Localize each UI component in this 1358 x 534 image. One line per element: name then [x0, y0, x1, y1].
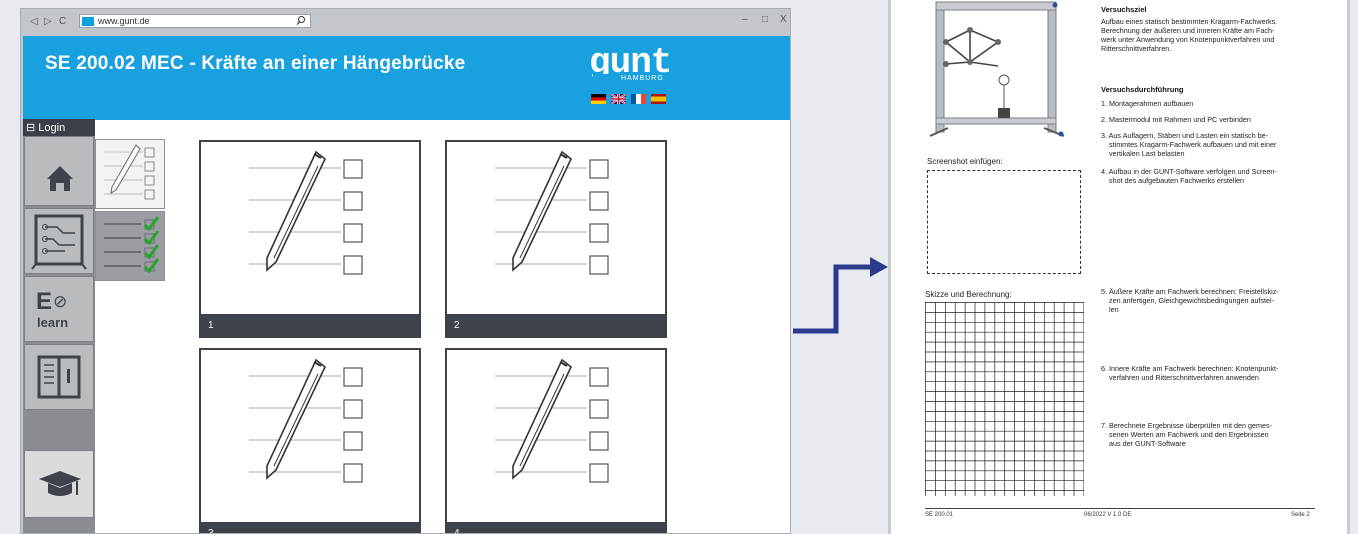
goal-line-4: Ritterschnittverfahren. — [1101, 44, 1172, 53]
step-line: zen anfertigen, Gleichgewichtsbedingunge… — [1109, 296, 1275, 305]
page-title: SE 200.02 MEC - Kräfte an einer Hängebrü… — [45, 53, 466, 74]
home-icon — [47, 166, 73, 191]
svg-text:⊘: ⊘ — [53, 292, 67, 311]
step-line: 3. Aus Auflagern, Stäben und Lasten ein … — [1101, 131, 1269, 140]
logo-subtitle: HAMBURG — [621, 75, 664, 82]
sketch-label: Skizze und Berechnung: — [925, 290, 1012, 299]
truss-frame-image — [929, 1, 1065, 137]
gunt-logo[interactable]: gunt HAMBURG — [589, 44, 677, 84]
doc-code: SE 200.01 — [925, 512, 954, 518]
card-number: 2 — [454, 320, 460, 331]
step-line: vertikalen Last belasten — [1109, 149, 1185, 158]
search-icon[interactable] — [296, 15, 306, 30]
maximize-button[interactable]: □ — [762, 14, 768, 25]
step-line: 2. Mastermodul mit Rahmen und PC verbind… — [1101, 115, 1251, 124]
goal-line-1: Aufbau eines statisch bestimmten Kragarm… — [1101, 17, 1278, 26]
worksheet-icon — [495, 150, 609, 275]
sidebar-item-worksheets[interactable] — [24, 208, 94, 274]
header-banner: SE 200.02 MEC - Kräfte an einer Hängebrü… — [23, 36, 790, 120]
worksheet-card[interactable]: 4 — [445, 348, 667, 533]
circuit-board-icon — [31, 214, 87, 270]
back-icon[interactable]: ◁ — [30, 16, 38, 28]
screenshot-label: Screenshot einfügen: — [927, 157, 1003, 166]
flag-es-icon[interactable] — [651, 94, 666, 104]
url-text: www.gunt.de — [98, 16, 150, 26]
arrow-icon — [793, 257, 888, 334]
flag-fr-icon[interactable] — [631, 94, 646, 104]
flag-de-icon[interactable] — [591, 94, 606, 104]
book-icon — [37, 355, 81, 399]
step-line: len — [1109, 305, 1119, 314]
login-icon: ⊟ — [26, 122, 36, 134]
close-button[interactable]: X — [780, 14, 787, 25]
worksheet-card[interactable]: 3 — [199, 348, 421, 533]
step-line: 4. Aufbau in der GUNT-Software verfolgen… — [1101, 167, 1277, 176]
browser-toolbar: ◁ ▷ C www.gunt.de – □ X — [21, 9, 790, 36]
login-label: Login — [38, 122, 66, 134]
minimize-button[interactable]: – — [742, 14, 748, 25]
forward-icon[interactable]: ▷ — [44, 16, 52, 28]
card-number: 3 — [208, 528, 214, 533]
login-button[interactable]: ⊟ Login — [23, 119, 95, 136]
sidebar: E ⊘ learn — [23, 136, 95, 533]
card-number: 4 — [454, 528, 460, 533]
worksheet-card[interactable]: 1 — [199, 140, 421, 338]
e-learn-label: learn — [37, 315, 69, 330]
step-line: 6. Innere Kräfte am Fachwerk berechnen: … — [1101, 364, 1279, 373]
browser-window: ◁ ▷ C www.gunt.de – □ X SE 200.02 MEC - … — [20, 8, 791, 534]
worksheet-icon — [249, 358, 363, 483]
goal-line-2: Berechnung der äußeren und inneren Kräft… — [1101, 26, 1275, 35]
reload-icon[interactable]: C — [59, 16, 66, 28]
step-line: verfahren und Ritterschnittverfahren anw… — [1109, 373, 1259, 382]
step-line: aus der GUNT-Software — [1109, 439, 1186, 448]
step-line: 1. Montagerahmen aufbauen — [1101, 99, 1194, 108]
graduation-cap-icon — [39, 471, 81, 496]
pencil-checklist-icon — [104, 144, 155, 200]
doc-version: 06/2022 V 1.0 DE — [1084, 512, 1132, 518]
screenshot-placeholder[interactable] — [927, 170, 1081, 274]
procedure-heading: Versuchsdurchführung — [1101, 85, 1184, 94]
checklist-done-icon — [104, 216, 160, 274]
sketch-grid[interactable] — [925, 302, 1084, 496]
goal-line-3: werk unter Anwendung von Knotenpunktverf… — [1101, 35, 1275, 44]
worksheet-document: Versuchsziel Aufbau eines statisch besti… — [888, 0, 1350, 534]
flag-en-icon[interactable] — [611, 94, 626, 104]
step-line: 5. Äußere Kräfte am Fachwerk berechnen: … — [1101, 287, 1279, 296]
svg-text:E: E — [36, 288, 52, 315]
subnav-worksheet-solution[interactable] — [95, 211, 165, 281]
sidebar-item-education[interactable] — [24, 450, 94, 518]
subnav-worksheet-blank[interactable] — [95, 139, 165, 209]
page-number: Seite 2 — [1291, 512, 1310, 518]
favicon-icon — [82, 17, 94, 26]
sidebar-item-manual[interactable] — [24, 344, 94, 410]
e-learn-icon: E ⊘ — [36, 288, 67, 315]
sidebar-item-home[interactable] — [24, 136, 94, 206]
card-number: 1 — [208, 320, 214, 331]
worksheet-icon — [495, 358, 609, 483]
language-selector — [591, 94, 666, 104]
app-content: SE 200.02 MEC - Kräfte an einer Hängebrü… — [23, 36, 790, 533]
address-bar[interactable]: www.gunt.de — [79, 14, 311, 28]
step-line: shot des aufgebauten Fachwerks erstellen — [1109, 176, 1245, 185]
sidebar-item-e-learning[interactable]: E ⊘ learn — [24, 276, 94, 342]
step-line: senen Werten am Fachwerk und den Ergebni… — [1109, 430, 1269, 439]
worksheet-icon — [249, 150, 363, 275]
goal-heading: Versuchsziel — [1101, 5, 1147, 14]
step-line: 7. Berechnete Ergebnisse überprüfen mit … — [1101, 421, 1273, 430]
step-line: stimmtes Kragarm-Fachwerk aufbauen und m… — [1109, 140, 1277, 149]
worksheet-card[interactable]: 2 — [445, 140, 667, 338]
